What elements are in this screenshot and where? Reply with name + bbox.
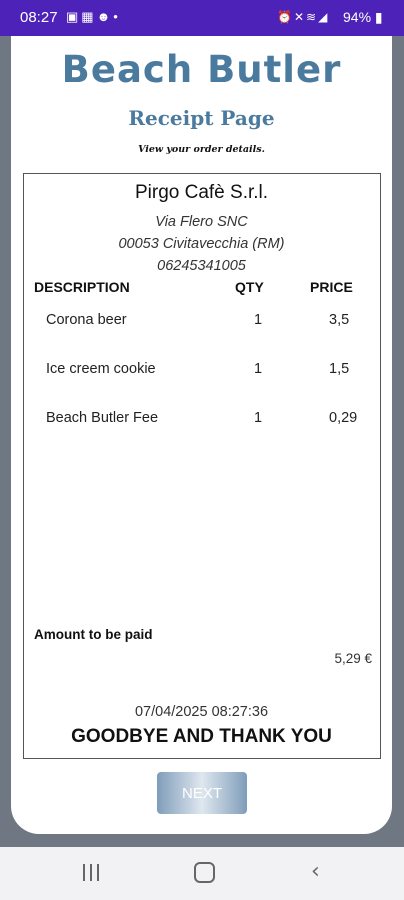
status-time: 08:27 — [20, 9, 58, 26]
item-price: 3,5 — [329, 312, 350, 328]
status-bar: 08:27 ▣▦☻• ⏰✕≋◢ 94% ▮ — [0, 0, 404, 36]
item-description: Ice creem cookie — [46, 361, 156, 377]
photos-icon: ▦ — [81, 9, 97, 24]
shop-address-line2: 00053 Civitavecchia (RM) — [118, 236, 285, 252]
back-icon[interactable]: ‹ — [311, 859, 320, 884]
alarm-icon: ⏰ — [277, 10, 294, 24]
receipt-box: Pirgo Cafè S.r.l. Via Flero SNC 00053 Ci… — [23, 173, 381, 759]
chat-icon: ☻ — [96, 9, 114, 24]
shop-phone: 06245341005 — [157, 258, 246, 274]
item-description: Beach Butler Fee — [46, 410, 159, 426]
item-qty: 1 — [254, 410, 263, 426]
page-title: Receipt Page — [128, 106, 275, 130]
recents-icon[interactable] — [81, 864, 101, 882]
wifi-icon: ≋ — [306, 10, 319, 24]
amount-value: 5,29 € — [334, 651, 372, 666]
column-header-qty: QTY — [235, 279, 264, 295]
item-qty: 1 — [254, 312, 263, 328]
battery-icon: ▮ — [374, 9, 383, 25]
signal-icon: ◢ — [318, 10, 330, 24]
amount-label: Amount to be paid — [34, 627, 153, 642]
notification-icons: ▣▦☻• — [66, 9, 121, 25]
column-header-description: DESCRIPTION — [34, 279, 130, 295]
battery-level: 94% ▮ — [343, 9, 383, 25]
shop-address-line1: Via Flero SNC — [155, 214, 248, 230]
goodbye-message: GOODBYE AND THANK YOU — [71, 726, 332, 747]
system-icons: ⏰✕≋◢ — [277, 10, 329, 24]
item-price: 0,29 — [329, 410, 358, 426]
receipt-datetime: 07/04/2025 08:27:36 — [134, 704, 269, 720]
dot-icon: • — [113, 9, 121, 24]
mute-icon: ✕ — [293, 10, 307, 24]
column-header-price: PRICE — [310, 279, 353, 295]
app-title: Beach Butler — [61, 48, 342, 91]
system-nav-bar: ‹ — [0, 847, 404, 900]
receipt-card: Beach Butler Receipt Page View your orde… — [11, 36, 392, 834]
item-price: 1,5 — [329, 361, 350, 377]
item-qty: 1 — [254, 361, 263, 377]
shop-name: Pirgo Cafè S.r.l. — [134, 182, 269, 203]
page-subtitle: View your order details. — [138, 144, 265, 155]
home-icon[interactable] — [194, 862, 215, 883]
next-button[interactable]: NEXT — [157, 772, 247, 814]
item-description: Corona beer — [46, 312, 127, 328]
image-icon: ▣ — [66, 9, 82, 24]
